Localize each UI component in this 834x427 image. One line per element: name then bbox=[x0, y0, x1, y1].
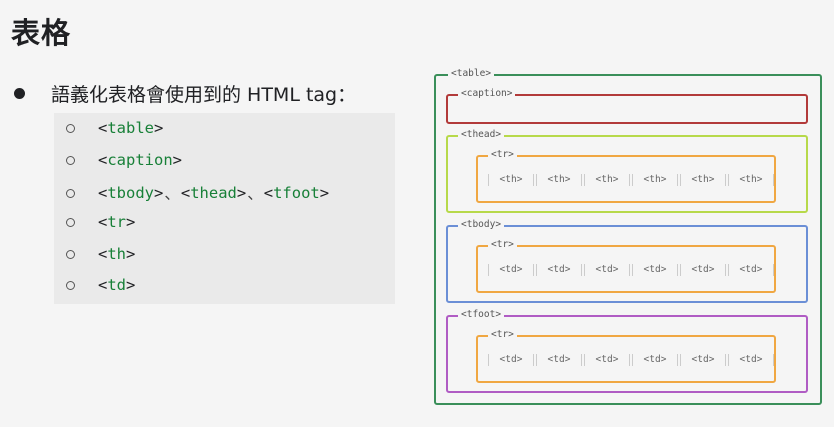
thead-label: <thead> bbox=[458, 129, 505, 141]
bullet-text: 語義化表格會使用到的 HTML tag： bbox=[51, 84, 357, 106]
page-title: 表格 bbox=[11, 16, 72, 50]
table-label: <table> bbox=[448, 68, 495, 80]
tag-tbody: tbody bbox=[107, 184, 155, 202]
tfoot-label: <tfoot> bbox=[458, 309, 505, 321]
td-cell: <td> bbox=[632, 354, 678, 366]
bullet-item: 語義化表格會使用到的 HTML tag： bbox=[14, 80, 356, 107]
td-cell: <td> bbox=[680, 264, 726, 276]
td-cell: <td> bbox=[584, 354, 630, 366]
tag-tr: tr bbox=[107, 213, 127, 231]
tag-tfoot: tfoot bbox=[273, 184, 320, 202]
td-cell: <td> bbox=[536, 264, 582, 276]
td-cell: <td> bbox=[728, 264, 774, 276]
td-cell: <td> bbox=[584, 264, 630, 276]
td-cell-row: <td> <td> <td> <td> <td> <td> bbox=[488, 264, 776, 276]
circle-bullet-icon bbox=[66, 280, 75, 290]
tag-th: th bbox=[107, 245, 127, 263]
list-item-tr: < tr > bbox=[66, 213, 135, 231]
list-item-caption: < caption > bbox=[66, 151, 182, 169]
tbody-label: <tbody> bbox=[458, 219, 505, 231]
td-cell-row: <td> <td> <td> <td> <td> <td> bbox=[488, 354, 776, 366]
tag-thead: thead bbox=[190, 184, 237, 202]
th-cell: <th> bbox=[680, 174, 726, 186]
circle-bullet-icon bbox=[66, 217, 75, 227]
td-cell: <td> bbox=[488, 354, 534, 366]
th-cell: <th> bbox=[728, 174, 774, 186]
th-cell-row: <th> <th> <th> <th> <th> <th> bbox=[488, 174, 776, 186]
tr-label: <tr> bbox=[488, 239, 517, 251]
separator: 、 bbox=[247, 185, 263, 203]
circle-bullet-icon bbox=[66, 123, 75, 133]
circle-bullet-icon bbox=[66, 188, 75, 198]
tag-caption: caption bbox=[107, 151, 173, 169]
circle-bullet-icon bbox=[66, 155, 75, 165]
tag-td: td bbox=[107, 276, 127, 294]
bullet-dot-icon bbox=[14, 88, 25, 99]
code-list-panel: < table > < caption > < tbody >、 < thead >、 < tfoot… bbox=[54, 113, 395, 304]
list-item-table: < table > bbox=[66, 119, 163, 137]
th-cell: <th> bbox=[536, 174, 582, 186]
list-item-th: < th > bbox=[66, 245, 135, 263]
th-cell: <th> bbox=[632, 174, 678, 186]
tr-label: <tr> bbox=[488, 329, 517, 341]
circle-bullet-icon bbox=[66, 249, 75, 259]
td-cell: <td> bbox=[728, 354, 774, 366]
td-cell: <td> bbox=[536, 354, 582, 366]
list-item-td: < td > bbox=[66, 276, 135, 294]
th-cell: <th> bbox=[488, 174, 534, 186]
tr-label: <tr> bbox=[488, 149, 517, 161]
td-cell: <td> bbox=[632, 264, 678, 276]
separator: 、 bbox=[164, 185, 180, 203]
list-item-tbody-thead-tfoot: < tbody >、 < thead >、 < tfoot > bbox=[66, 182, 329, 204]
caption-label: <caption> bbox=[458, 88, 516, 100]
td-cell: <td> bbox=[488, 264, 534, 276]
th-cell: <th> bbox=[584, 174, 630, 186]
tag-table: table bbox=[107, 119, 155, 137]
td-cell: <td> bbox=[680, 354, 726, 366]
table-structure-diagram: <table> <caption> <thead> <tr> <th> <th>… bbox=[434, 68, 822, 405]
